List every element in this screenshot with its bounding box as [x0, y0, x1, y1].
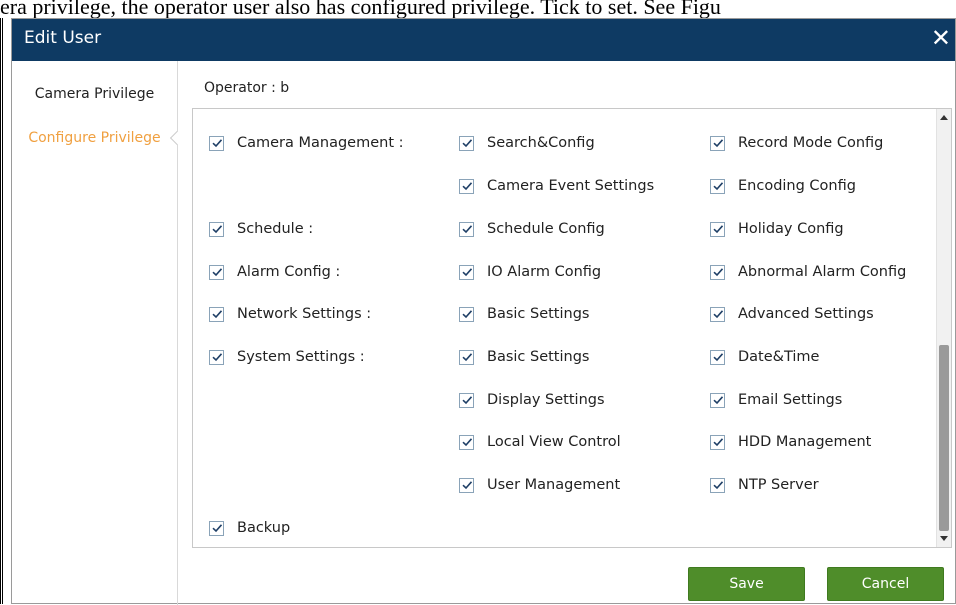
checkbox-advanced-settings[interactable]: Advanced Settings	[710, 304, 874, 324]
checkbox-system-settings[interactable]: System Settings :	[209, 347, 365, 367]
checkbox-checked-icon[interactable]	[710, 135, 725, 151]
checkbox-checked-icon[interactable]	[459, 178, 474, 194]
checkbox-network-settings[interactable]: Network Settings :	[209, 304, 371, 324]
checkbox-checked-icon[interactable]	[710, 221, 725, 237]
checkbox-label: Record Mode Config	[738, 135, 884, 151]
checkbox-label: Display Settings	[487, 392, 605, 408]
edit-user-dialog: Edit User ✕ Camera Privilege Configure P…	[11, 18, 956, 605]
checkbox-checked-icon[interactable]	[459, 477, 474, 493]
checkbox-hdd-management[interactable]: HDD Management	[710, 432, 871, 452]
checkbox-checked-icon[interactable]	[459, 221, 474, 237]
checkbox-checked-icon[interactable]	[710, 392, 725, 408]
checkbox-label: Advanced Settings	[738, 306, 874, 322]
checkbox-checked-icon[interactable]	[209, 221, 224, 237]
checkbox-user-management[interactable]: User Management	[459, 475, 620, 495]
checkbox-label: Holiday Config	[738, 221, 844, 237]
checkbox-email-settings[interactable]: Email Settings	[710, 390, 842, 410]
scroll-down-icon[interactable]	[940, 536, 948, 541]
checkbox-checked-icon[interactable]	[209, 135, 224, 151]
checkbox-label: Network Settings :	[237, 306, 372, 322]
checkbox-checked-icon[interactable]	[459, 135, 474, 151]
checkbox-label: Date&Time	[738, 349, 820, 365]
checkbox-abnormal-alarm-config[interactable]: Abnormal Alarm Config	[710, 262, 906, 282]
scroll-up-icon[interactable]	[940, 115, 948, 120]
checkbox-checked-icon[interactable]	[459, 264, 474, 280]
checkbox-label: User Management	[487, 477, 621, 493]
checkbox-checked-icon[interactable]	[710, 434, 725, 450]
cancel-button[interactable]: Cancel	[827, 567, 944, 601]
checkbox-date-time[interactable]: Date&Time	[710, 347, 819, 367]
checkbox-local-view-control[interactable]: Local View Control	[459, 432, 621, 452]
vertical-scrollbar[interactable]	[936, 109, 951, 547]
dialog-title: Edit User	[24, 28, 102, 48]
dialog-titlebar: Edit User ✕	[12, 19, 955, 61]
checkbox-label: Email Settings	[738, 392, 843, 408]
checkbox-checked-icon[interactable]	[710, 477, 725, 493]
document-background-text: era privilege, the operator user also ha…	[0, 0, 721, 19]
checkbox-io-alarm-config[interactable]: IO Alarm Config	[459, 262, 601, 282]
checkbox-label: Alarm Config :	[237, 264, 341, 280]
checkbox-label: Local View Control	[487, 434, 621, 450]
checkbox-label: HDD Management	[738, 434, 872, 450]
checkbox-checked-icon[interactable]	[459, 306, 474, 322]
checkbox-record-mode-config[interactable]: Record Mode Config	[710, 133, 883, 153]
checkbox-checked-icon[interactable]	[459, 434, 474, 450]
checkbox-ntp-server[interactable]: NTP Server	[710, 475, 819, 495]
checkbox-label: System Settings :	[237, 349, 365, 365]
checkbox-encoding-config[interactable]: Encoding Config	[710, 176, 856, 196]
checkbox-label: Camera Management :	[237, 135, 404, 151]
checkbox-label: Abnormal Alarm Config	[738, 264, 907, 280]
checkbox-network-basic-settings[interactable]: Basic Settings	[459, 304, 589, 324]
save-button[interactable]: Save	[688, 567, 805, 601]
checkbox-checked-icon[interactable]	[710, 178, 725, 194]
checkbox-checked-icon[interactable]	[209, 306, 224, 322]
checkbox-label: Basic Settings	[487, 306, 590, 322]
checkbox-label: NTP Server	[738, 477, 819, 493]
checkbox-checked-icon[interactable]	[459, 349, 474, 365]
checkbox-alarm-config[interactable]: Alarm Config :	[209, 262, 340, 282]
checkbox-camera-management[interactable]: Camera Management :	[209, 133, 404, 153]
checkbox-display-settings[interactable]: Display Settings	[459, 390, 605, 410]
privilege-sidebar: Camera Privilege Configure Privilege	[12, 61, 185, 605]
checkbox-backup[interactable]: Backup	[209, 518, 290, 538]
checkbox-checked-icon[interactable]	[459, 392, 474, 408]
checkbox-label: Schedule :	[237, 221, 314, 237]
checkbox-system-basic-settings[interactable]: Basic Settings	[459, 347, 589, 367]
checkbox-label: Camera Event Settings	[487, 178, 655, 194]
checkbox-checked-icon[interactable]	[209, 520, 224, 536]
checkbox-label: IO Alarm Config	[487, 264, 602, 280]
checkbox-schedule-config[interactable]: Schedule Config	[459, 219, 605, 239]
scrollbar-thumb[interactable]	[939, 345, 949, 531]
checkbox-label: Search&Config	[487, 135, 595, 151]
sidebar-item-configure-privilege[interactable]: Configure Privilege	[12, 130, 177, 146]
checkbox-checked-icon[interactable]	[710, 264, 725, 280]
checkbox-label: Backup	[237, 520, 291, 536]
privilege-panel: Camera Management : Schedule : Alarm Con…	[192, 108, 952, 548]
checkbox-label: Encoding Config	[738, 178, 856, 194]
checkbox-label: Schedule Config	[487, 221, 605, 237]
checkbox-label: Basic Settings	[487, 349, 590, 365]
checkbox-holiday-config[interactable]: Holiday Config	[710, 219, 844, 239]
operator-label: Operator : b	[204, 80, 290, 96]
checkbox-schedule[interactable]: Schedule :	[209, 219, 313, 239]
checkbox-checked-icon[interactable]	[710, 306, 725, 322]
sidebar-item-camera-privilege[interactable]: Camera Privilege	[12, 86, 177, 102]
checkbox-checked-icon[interactable]	[209, 264, 224, 280]
checkbox-search-config[interactable]: Search&Config	[459, 133, 595, 153]
close-icon[interactable]: ✕	[931, 24, 951, 52]
checkbox-checked-icon[interactable]	[710, 349, 725, 365]
checkbox-checked-icon[interactable]	[209, 349, 224, 365]
checkbox-camera-event-settings[interactable]: Camera Event Settings	[459, 176, 654, 196]
